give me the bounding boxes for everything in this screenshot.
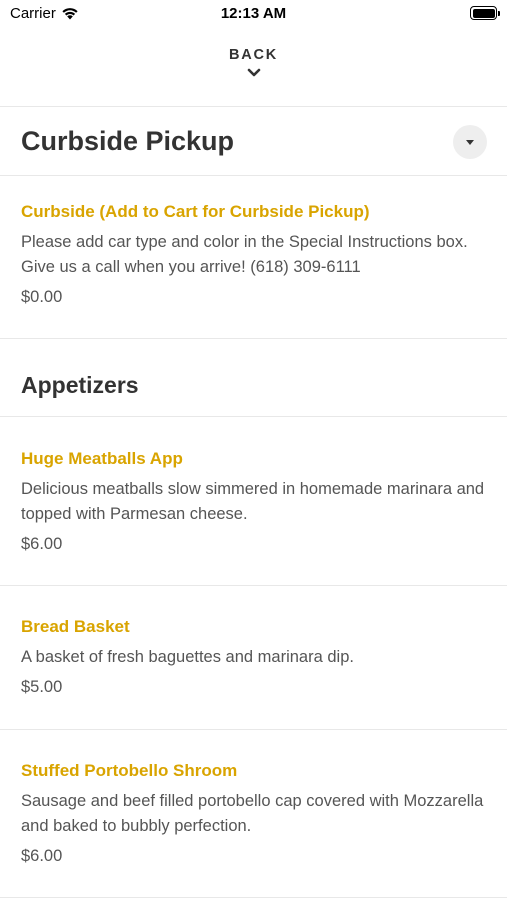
item-description: A basket of fresh baguettes and marinara… [21,648,354,666]
chevron-down-icon [247,68,260,77]
caret-down-icon [466,139,474,145]
item-description: Please add car type and color in the Spe… [21,233,468,276]
section-dropdown-button[interactable] [453,125,487,159]
divider [0,897,507,898]
back-button[interactable]: BACK [0,46,507,78]
item-price: $0.00 [21,288,63,306]
menu-item-stuffed-portobello[interactable]: Stuffed Portobello Shroom Sausage and be… [21,760,491,867]
menu-item-huge-meatballs[interactable]: Huge Meatballs App Delicious meatballs s… [21,448,491,555]
item-name: Huge Meatballs App [21,449,183,468]
item-price: $6.00 [21,535,63,553]
item-name: Bread Basket [21,617,130,636]
item-price: $6.00 [21,847,63,865]
item-name: Curbside (Add to Cart for Curbside Picku… [21,202,370,221]
menu-item-curbside[interactable]: Curbside (Add to Cart for Curbside Picku… [21,201,491,308]
section-title-appetizers: Appetizers [21,372,139,398]
item-price: $5.00 [21,678,63,696]
item-description: Delicious meatballs slow simmered in hom… [21,480,485,523]
status-bar: Carrier 12:13 AM [0,0,507,28]
back-label: BACK [228,47,279,63]
divider [0,106,507,107]
divider [0,585,507,586]
item-description: Sausage and beef filled portobello cap c… [21,792,484,835]
item-name: Stuffed Portobello Shroom [21,761,238,780]
menu-item-bread-basket[interactable]: Bread Basket A basket of fresh baguettes… [21,616,491,698]
battery-icon [470,6,500,20]
divider [0,416,507,417]
section-title-curbside: Curbside Pickup [21,126,235,156]
divider [0,175,507,176]
clock: 12:13 AM [220,5,287,22]
divider [0,729,507,730]
divider [0,338,507,339]
